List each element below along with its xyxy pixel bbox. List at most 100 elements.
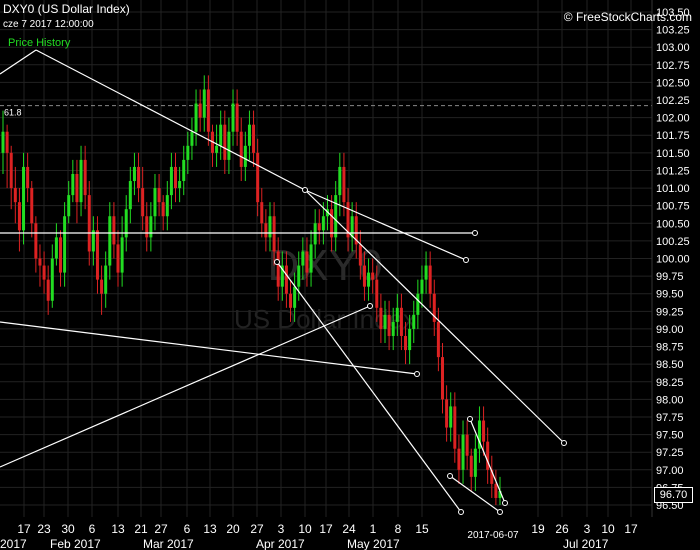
price-chart[interactable]: 103.50103.25103.00102.75102.50102.25102.… [0,0,700,550]
candle-body [375,279,379,308]
candle-body [169,166,173,196]
chart-window: 103.50 103.25 103.00 102.75 102.50 102.25 102.… [0,0,700,550]
credit-text[interactable]: © FreeStockCharts.com [564,10,692,24]
y-tick-label: 103.00 [656,42,690,54]
candle-body [5,131,9,153]
candle-body [268,216,272,238]
candle-body [38,258,42,266]
y-tick-label: 102.00 [656,113,690,125]
trendline-handle [467,416,473,422]
candle-body [132,166,136,182]
candle-body [190,131,194,146]
candle-body [178,181,182,189]
y-tick-label: 99.50 [656,289,684,301]
candle-body [436,321,440,358]
candle-body [260,202,264,224]
x-tick-label: 3 [584,522,591,536]
candle-body [116,244,120,273]
chart-title: DXY0 (US Dollar Index) [3,2,130,16]
trendline-handle [274,259,280,265]
candle-body [276,251,280,287]
candle-body [153,188,157,217]
candle-body [34,223,38,259]
candle-body [305,251,309,273]
candle-body [174,166,178,189]
y-tick-label: 101.50 [656,148,690,160]
y-tick-label: 102.75 [656,60,690,72]
trendline-handle [458,509,464,515]
candle-body [252,124,256,153]
candle-body [145,216,149,238]
candle-body [149,216,153,238]
candle-body [379,307,383,329]
candle-body [239,131,243,167]
candle-body [424,265,428,280]
price-history-legend[interactable]: Price History [8,37,70,49]
trendline-handle [497,509,503,515]
candle-body [95,230,99,280]
y-tick-label: 102.50 [656,77,690,89]
candle-body [404,335,408,351]
candle-body [13,188,17,203]
x-tick-label: 21 [134,522,148,536]
y-tick-label: 100.25 [656,236,690,248]
candle-body [9,152,13,189]
trendline-handle [447,473,453,479]
candle-body [83,159,87,196]
candle-body [387,314,391,336]
y-tick-label: 100.50 [656,218,690,230]
candle-body [301,251,305,266]
candle-body [223,124,227,160]
candle-body [194,103,198,132]
y-tick-label: 100.00 [656,254,690,266]
x-tick-label: 8 [395,522,402,536]
y-tick-label: 101.75 [656,130,690,142]
month-label: Mar 2017 [143,537,194,550]
candle-body [486,441,490,470]
candle-body [128,181,132,210]
candle-body [416,293,420,315]
candle-body [317,223,321,231]
y-tick-label: 98.25 [656,377,684,389]
y-tick-label: 103.25 [656,25,690,37]
candle-body [461,434,465,470]
trendline-handle [472,230,478,236]
y-tick-label: 98.00 [656,394,684,406]
candle-body [26,166,30,189]
x-tick-label: 13 [203,522,217,536]
candle-body [256,152,260,203]
candle-body [395,307,399,322]
trendline-handle [414,371,420,377]
candle-body [161,202,165,217]
candle-body [1,131,5,153]
candle-body [399,307,403,336]
candle-body [22,166,26,231]
candle-body [17,202,21,231]
candle-body [453,406,457,449]
x-tick-label: 27 [154,522,168,536]
candle-body [79,159,83,203]
month-label: 2017 [0,537,27,550]
candle-body [313,223,317,245]
x-tick-label: 24 [342,522,356,536]
candle-body [338,166,342,196]
candle-body [371,272,375,280]
candle-body [321,216,325,231]
x-tick-label: 10 [601,522,615,536]
trendline-handle [502,500,508,506]
trendline-handle [463,257,469,263]
fib-label: 61.8 [4,108,22,118]
trendline-handle [367,303,373,309]
y-tick-label: 99.75 [656,271,684,283]
candle-body [63,216,67,273]
candle-body [358,244,362,266]
candle-body [362,265,366,287]
candle-body [219,124,223,146]
candle-body [231,103,235,132]
candle-body [473,448,477,477]
candle-body [293,286,297,308]
candle-body [457,448,461,470]
candle-body [186,145,190,160]
candle-body [202,89,206,118]
candle-body [141,188,145,217]
